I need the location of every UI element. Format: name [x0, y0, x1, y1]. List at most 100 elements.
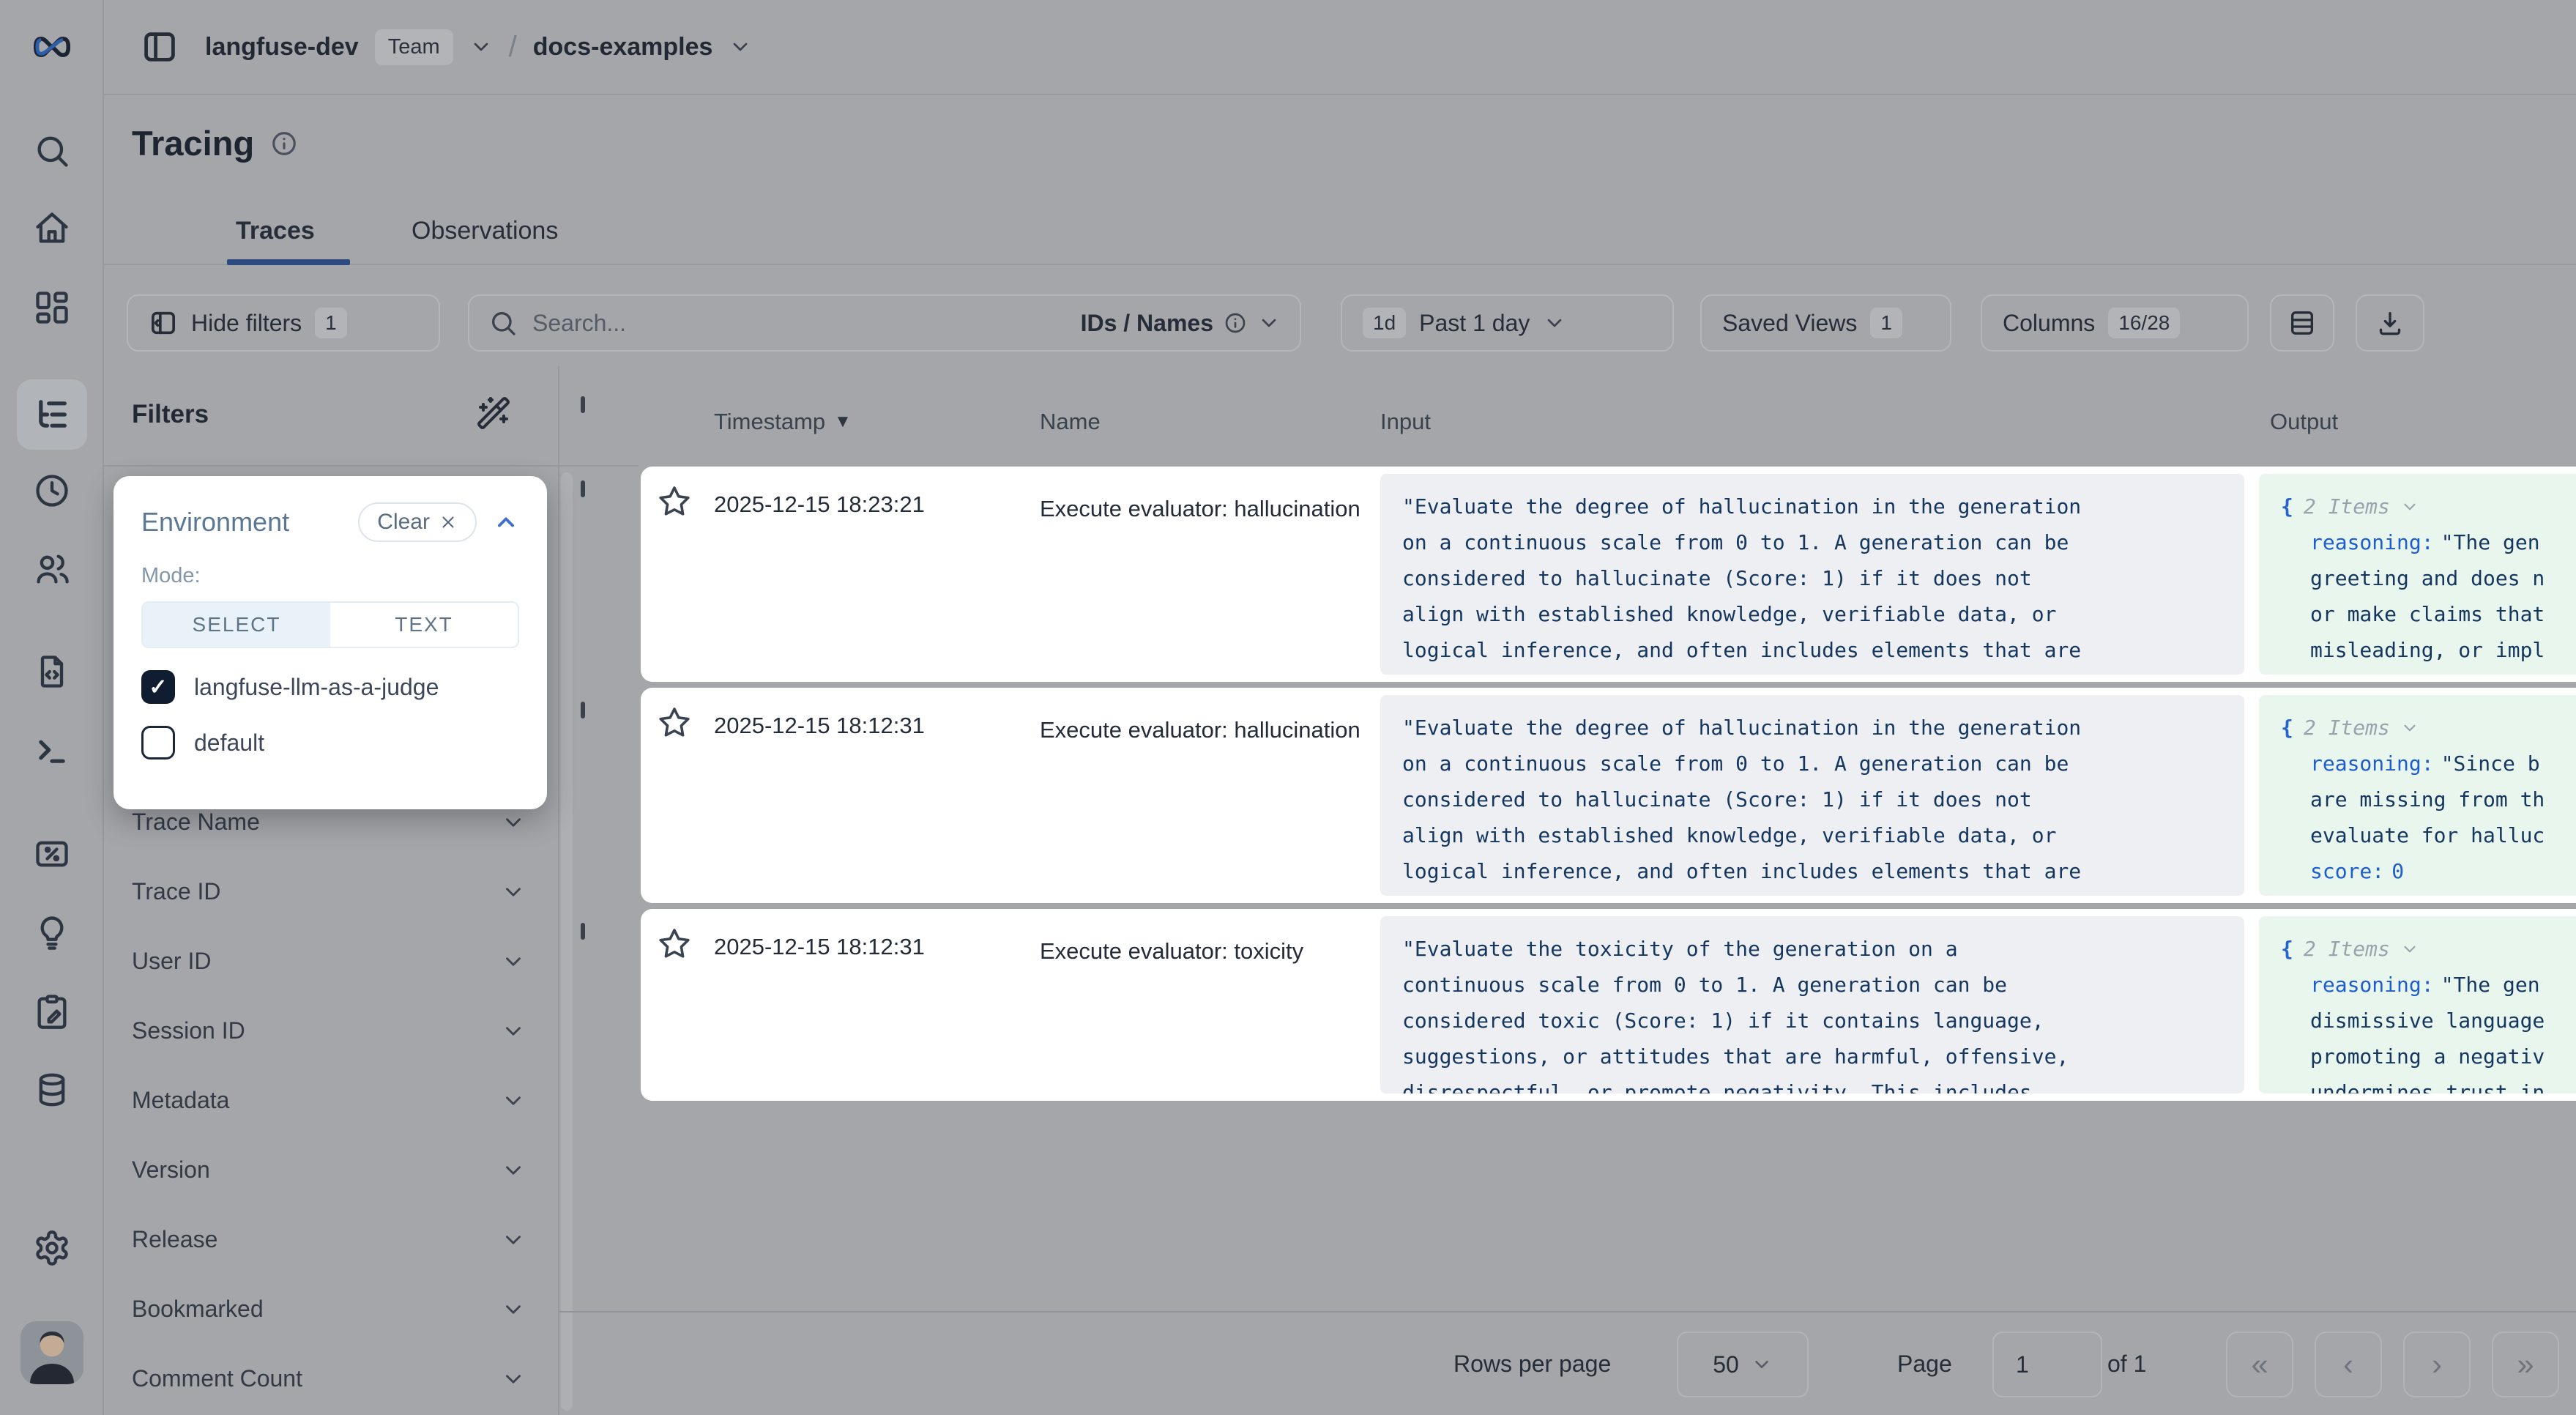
- insights-lightbulb-icon[interactable]: [0, 914, 104, 952]
- home-icon[interactable]: [0, 209, 104, 248]
- org-name[interactable]: langfuse-dev: [205, 33, 359, 62]
- column-header-input[interactable]: Input: [1380, 409, 1431, 435]
- filter-item-comment-count[interactable]: Comment Count: [104, 1344, 558, 1414]
- row-card: 2025-12-15 18:12:31 Execute evaluator: h…: [641, 688, 2576, 903]
- mode-select-segment[interactable]: SELECT: [143, 603, 330, 647]
- chevron-down-icon: [501, 880, 526, 905]
- active-tab-indicator: [227, 259, 350, 265]
- select-all-checkbox[interactable]: [581, 396, 585, 413]
- bookmark-star-icon[interactable]: [657, 926, 692, 962]
- json-collapse-chevron-icon[interactable]: [2400, 497, 2419, 516]
- filter-item-session-id[interactable]: Session ID: [104, 996, 558, 1066]
- evaluations-icon[interactable]: [0, 835, 104, 873]
- dashboards-icon[interactable]: [0, 289, 104, 327]
- toolbar: Hide filters 1 IDs / Names 1d Past 1 day…: [104, 278, 2576, 366]
- user-avatar[interactable]: [21, 1321, 83, 1384]
- row-checkbox[interactable]: [581, 702, 585, 718]
- json-collapse-chevron-icon[interactable]: [2400, 940, 2419, 959]
- filter-item-release[interactable]: Release: [104, 1205, 558, 1274]
- last-page-button[interactable]: »: [2492, 1332, 2559, 1397]
- saved-views-button[interactable]: Saved Views 1: [1700, 294, 1951, 352]
- environment-option-label[interactable]: langfuse-llm-as-a-judge: [194, 674, 439, 701]
- saved-views-label: Saved Views: [1722, 310, 1857, 337]
- trace-timestamp: 2025-12-15 18:12:31: [714, 934, 925, 960]
- table-row[interactable]: 2025-12-15 18:23:21 Execute evaluator: h…: [559, 467, 2576, 682]
- filter-item-metadata[interactable]: Metadata: [104, 1066, 558, 1135]
- row-checkbox[interactable]: [581, 480, 585, 497]
- columns-button[interactable]: Columns 16/28: [1981, 294, 2249, 352]
- chevron-down-icon: [501, 1297, 526, 1322]
- project-chevron-down-icon[interactable]: [729, 35, 752, 59]
- trace-timestamp: 2025-12-15 18:23:21: [714, 491, 925, 518]
- input-cell[interactable]: "Evaluate the toxicity of the generation…: [1380, 916, 2244, 1093]
- input-cell[interactable]: "Evaluate the degree of hallucination in…: [1380, 474, 2244, 675]
- tracing-icon[interactable]: [0, 395, 104, 434]
- filter-item-bookmarked[interactable]: Bookmarked: [104, 1274, 558, 1344]
- date-range-button[interactable]: 1d Past 1 day: [1341, 294, 1674, 352]
- json-brace: {: [2281, 489, 2293, 524]
- bookmark-star-icon[interactable]: [657, 484, 692, 519]
- filter-item-user-id[interactable]: User ID: [104, 926, 558, 996]
- column-header-timestamp[interactable]: Timestamp ▼: [714, 409, 852, 435]
- org-chevron-down-icon[interactable]: [469, 35, 493, 59]
- table-row[interactable]: 2025-12-15 18:12:31 Execute evaluator: t…: [559, 909, 2576, 1101]
- checkbox-checked[interactable]: ✓: [141, 670, 175, 704]
- search-mode-chevron-down-icon: [1257, 311, 1281, 335]
- collapse-chevron-up-icon[interactable]: [493, 509, 519, 535]
- tab-traces[interactable]: Traces: [236, 217, 315, 245]
- search-mode-selector[interactable]: IDs / Names: [1081, 310, 1281, 337]
- search-icon[interactable]: [0, 132, 104, 170]
- playground-terminal-icon[interactable]: [0, 731, 104, 769]
- json-collapse-chevron-icon[interactable]: [2400, 718, 2419, 738]
- page-label: Page: [1897, 1351, 1952, 1378]
- output-cell[interactable]: { 2 Items reasoning:"The gen dismissive …: [2259, 916, 2576, 1093]
- chevron-down-icon: [501, 810, 526, 835]
- langfuse-logo-icon[interactable]: [0, 28, 104, 66]
- column-header-output[interactable]: Output: [2270, 409, 2338, 435]
- users-icon[interactable]: [0, 550, 104, 588]
- first-page-button[interactable]: «: [2226, 1332, 2293, 1397]
- org-plan-badge: Team: [375, 29, 453, 65]
- trace-name: Execute evaluator: hallucination: [1040, 713, 1377, 748]
- chevron-down-icon: [501, 1367, 526, 1392]
- project-name[interactable]: docs-examples: [533, 33, 713, 62]
- sessions-clock-icon[interactable]: [0, 472, 104, 510]
- export-button[interactable]: [2356, 294, 2424, 352]
- checkbox-unchecked[interactable]: [141, 726, 175, 760]
- filters-sidebar: Filters Environment Clear Mode: SELECT T…: [104, 366, 558, 1415]
- filter-item-version[interactable]: Version: [104, 1135, 558, 1205]
- annotations-clipboard-pen-icon[interactable]: [0, 992, 104, 1030]
- json-brace: {: [2281, 931, 2293, 967]
- prompts-file-code-icon[interactable]: [0, 653, 104, 691]
- row-height-button[interactable]: [2270, 294, 2334, 352]
- clear-filter-button[interactable]: Clear: [358, 502, 477, 542]
- page-count-label: of 1: [2107, 1351, 2146, 1378]
- output-cell[interactable]: { 2 Items reasoning:"The gen greeting an…: [2259, 474, 2576, 675]
- bookmark-star-icon[interactable]: [657, 705, 692, 740]
- input-cell[interactable]: "Evaluate the degree of hallucination in…: [1380, 695, 2244, 896]
- columns-label: Columns: [2003, 310, 2095, 337]
- prev-page-button[interactable]: ‹: [2315, 1332, 2382, 1397]
- date-range-chevron-down-icon: [1543, 311, 1566, 335]
- page-number-input[interactable]: [1992, 1332, 2102, 1397]
- column-header-name[interactable]: Name: [1040, 409, 1101, 435]
- page-info-icon[interactable]: [270, 130, 298, 157]
- row-checkbox[interactable]: [581, 923, 585, 940]
- wand-sparkles-icon[interactable]: [476, 395, 511, 431]
- sidebar-toggle-icon[interactable]: [141, 28, 179, 66]
- datasets-database-icon[interactable]: [0, 1071, 104, 1109]
- environment-option-label[interactable]: default: [194, 729, 264, 757]
- search-input[interactable]: [532, 310, 1066, 337]
- output-cell[interactable]: { 2 Items reasoning:"Since b are missing…: [2259, 695, 2576, 896]
- date-range-shortcut-badge: 1d: [1363, 308, 1406, 338]
- filter-item-trace-id[interactable]: Trace ID: [104, 857, 558, 926]
- table-row[interactable]: 2025-12-15 18:12:31 Execute evaluator: h…: [559, 688, 2576, 903]
- next-page-button[interactable]: ›: [2403, 1332, 2471, 1397]
- rows-per-page-select[interactable]: 50: [1677, 1332, 1809, 1397]
- tab-observations[interactable]: Observations: [412, 217, 558, 245]
- page-title: Tracing: [132, 123, 254, 163]
- hide-filters-label: Hide filters: [191, 310, 302, 337]
- hide-filters-button[interactable]: Hide filters 1: [127, 294, 440, 352]
- mode-text-segment[interactable]: TEXT: [330, 603, 518, 647]
- settings-gear-icon[interactable]: [0, 1229, 104, 1267]
